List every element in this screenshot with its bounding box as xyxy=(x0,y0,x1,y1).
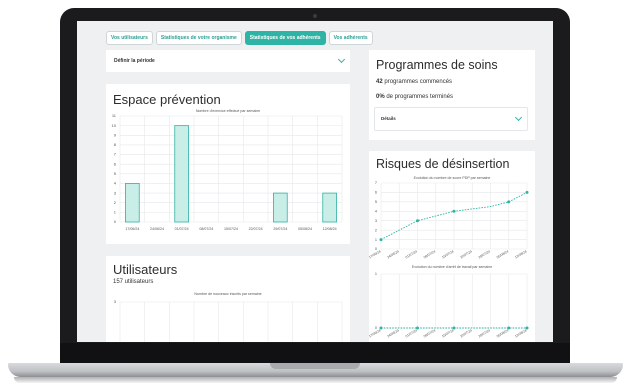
chevron-down-icon[interactable] xyxy=(514,113,523,122)
y-tick-label: 6 xyxy=(114,161,117,166)
risques-title: Risques de désinsertion xyxy=(376,157,510,171)
y-tick-label: 2 xyxy=(114,200,117,205)
details-label: Détails xyxy=(381,116,396,121)
y-tick-label: 9 xyxy=(114,132,117,137)
period-selector[interactable]: Définir la période xyxy=(106,50,350,72)
programmes-finished-text: de programmes terminés xyxy=(384,94,454,100)
x-tick-label: 17/06/24 xyxy=(369,249,382,259)
bar xyxy=(273,192,288,223)
data-point xyxy=(452,209,456,213)
bar xyxy=(125,183,140,223)
tab-statistiques-organisme[interactable]: Statistiques de votre organisme xyxy=(155,31,242,45)
x-tick-label: 24/06/24 xyxy=(386,328,400,338)
x-tick-label: 05/08/24 xyxy=(496,249,510,259)
y-tick-label: 7 xyxy=(114,152,117,157)
y-tick-label: 1 xyxy=(114,210,117,215)
x-tick-label: 15/07/24 xyxy=(441,249,455,259)
webcam-icon xyxy=(313,14,317,18)
dashboard-screen: Vos utilisateurs Statistiques de votre o… xyxy=(77,21,553,342)
programmes-started-count: 42 xyxy=(376,79,383,85)
tab-vos-adherents[interactable]: Vos adhérents xyxy=(328,31,373,45)
data-point xyxy=(525,190,529,194)
y-tick-label: 4 xyxy=(114,181,117,186)
x-tick-label: 17/06/24 xyxy=(369,328,382,338)
programmes-title: Programmes de soins xyxy=(376,58,498,72)
y-tick-label: 0 xyxy=(114,219,117,224)
data-point xyxy=(452,326,456,330)
y-tick-label: 8 xyxy=(114,142,117,147)
laptop-notch xyxy=(270,363,360,369)
x-tick-label: 12/08/24 xyxy=(514,328,528,338)
x-tick-label: 29/07/24 xyxy=(478,328,492,338)
programmes-finished-pct: 0% xyxy=(376,94,385,100)
x-tick-label: 22/07/24 xyxy=(459,249,473,259)
data-point xyxy=(507,326,511,330)
x-tick-label: 22/07/24 xyxy=(459,328,473,338)
prevention-title: Espace prévention xyxy=(113,92,221,107)
chevron-down-icon[interactable] xyxy=(337,55,346,64)
x-tick-label: 05/08/24 xyxy=(298,227,312,231)
y-tick-label: 3 xyxy=(114,299,117,304)
x-tick-label: 29/07/24 xyxy=(478,249,492,259)
data-point xyxy=(416,326,419,330)
x-tick-label: 05/08/24 xyxy=(496,328,510,338)
x-tick-label: 24/06/24 xyxy=(386,249,400,259)
x-tick-label: 29/07/24 xyxy=(273,227,287,231)
x-tick-label: 12/08/24 xyxy=(514,249,528,259)
x-tick-label: 15/07/24 xyxy=(224,227,238,231)
tab-vos-utilisateurs[interactable]: Vos utilisateurs xyxy=(106,31,153,45)
pdp-line-chart: 0123456717/06/24 24/06/24 01/07/24 08/07/24… xyxy=(369,181,529,259)
x-tick-label: 22/07/24 xyxy=(249,227,263,231)
y-tick-label: 7 xyxy=(375,181,377,185)
y-tick-label: 5 xyxy=(375,200,377,204)
data-point xyxy=(379,326,383,330)
data-point xyxy=(507,200,511,204)
laptop-shadow xyxy=(14,377,617,383)
y-tick-label: 2 xyxy=(375,228,377,232)
programmes-finished: 0% de programmes terminés xyxy=(376,94,453,100)
utilisateurs-title: Utilisateurs xyxy=(113,262,178,277)
prevention-card: Espace prévention Nombre d'exercice effe… xyxy=(106,84,350,244)
utilisateurs-count: 157 utilisateurs xyxy=(113,279,154,285)
y-tick-label: 4 xyxy=(375,209,377,213)
data-point xyxy=(416,219,419,223)
y-tick-label: 3 xyxy=(114,190,117,195)
y-tick-label: 6 xyxy=(375,191,377,195)
tab-statistiques-adherents[interactable]: Statistiques de vos adhérents xyxy=(244,31,326,45)
programmes-started-text: programmes commencés xyxy=(382,79,453,85)
y-tick-label: 11 xyxy=(112,113,117,118)
x-tick-label: 08/07/24 xyxy=(199,227,213,231)
arret-line-chart: 0117/06/24 24/06/24 01/07/24 08/07/24 15/07/… xyxy=(369,272,529,338)
x-tick-label: 17/06/24 xyxy=(125,227,139,231)
bar xyxy=(174,125,189,223)
laptop-bezel xyxy=(60,343,570,363)
x-tick-label: 08/07/24 xyxy=(423,249,437,259)
x-tick-label: 24/06/24 xyxy=(150,227,164,231)
prevention-bar-chart: 0 1 2 3 4 5 6 7 8 9 10 11 17/06/24 24/06/24 01/07/24 08… xyxy=(112,113,343,231)
stats-tabs: Vos utilisateurs Statistiques de votre o… xyxy=(106,31,373,45)
bar xyxy=(322,192,337,223)
y-tick-label: 1 xyxy=(375,272,377,276)
y-tick-label: 5 xyxy=(114,171,117,176)
y-tick-label: 1 xyxy=(375,238,377,242)
x-tick-label: 12/08/24 xyxy=(323,227,337,231)
data-point xyxy=(379,238,383,242)
x-tick-label: 01/07/24 xyxy=(405,328,419,338)
y-tick-label: 3 xyxy=(375,219,377,223)
risques-card: Risques de désinsertion Evolution du nom… xyxy=(369,151,535,342)
period-label: Définir la période xyxy=(114,58,155,64)
details-dropdown[interactable]: Détails xyxy=(374,107,528,131)
x-tick-label: 01/07/24 xyxy=(405,249,419,259)
programmes-card: Programmes de soins 42 programmes commen… xyxy=(369,50,535,140)
x-tick-label: 15/07/24 xyxy=(441,328,455,338)
programmes-started: 42 programmes commencés xyxy=(376,79,452,85)
x-tick-label: 01/07/24 xyxy=(175,227,189,231)
y-tick-label: 10 xyxy=(112,123,117,128)
x-tick-label: 08/07/24 xyxy=(423,328,437,338)
data-point xyxy=(525,326,529,330)
utilisateurs-chart: 23 xyxy=(114,299,343,342)
utilisateurs-card: Utilisateurs 157 utilisateurs Nombre de … xyxy=(106,256,350,342)
